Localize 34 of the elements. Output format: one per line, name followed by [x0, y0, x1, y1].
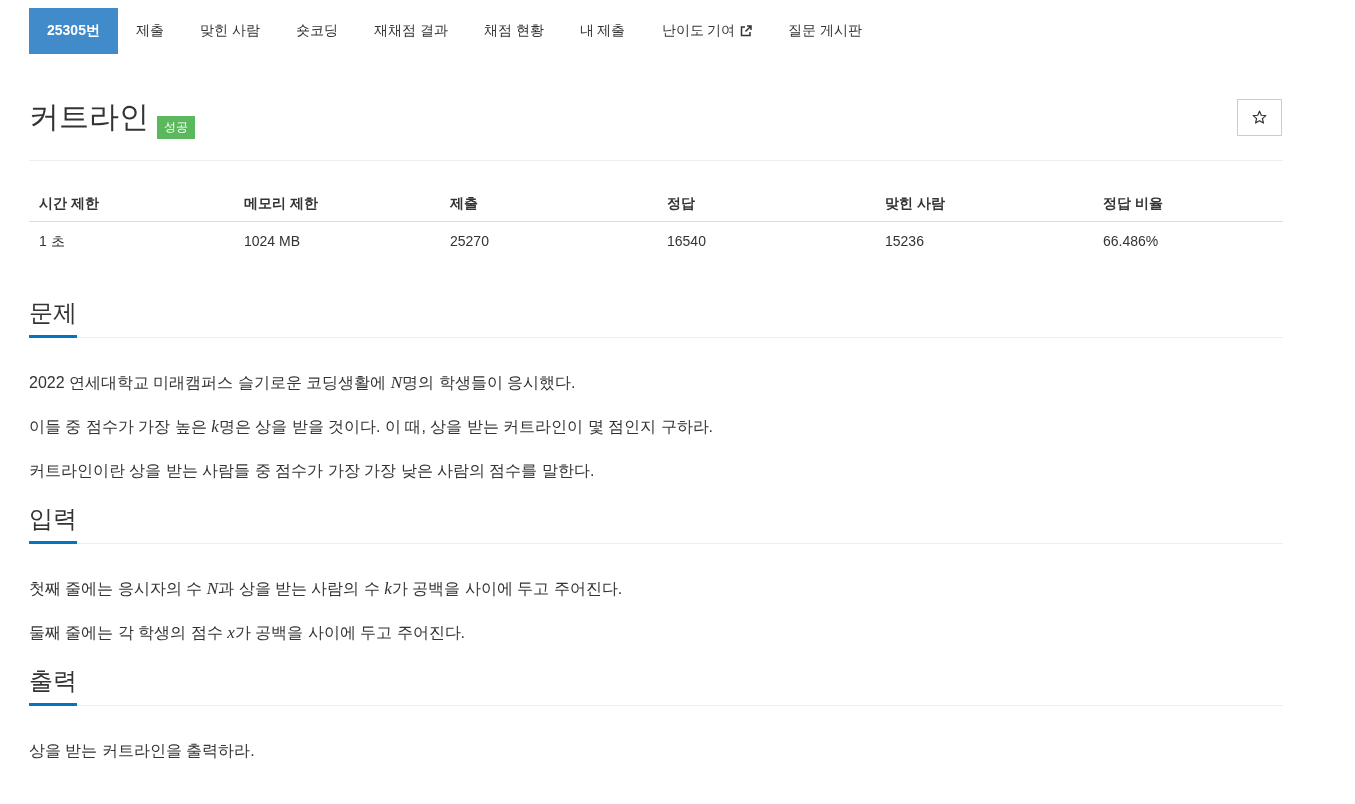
section-paragraph: 상을 받는 커트라인을 출력하라.: [29, 741, 256, 761]
nav-tab[interactable]: 재채점 결과: [355, 8, 466, 54]
section-paragraph: 커트라인이란 상을 받는 사람들 중 점수가 가장 가장 낮은 사람의 점수를 말한다.: [29, 461, 596, 481]
section-paragraph: 이들 중 점수가 가장 높은 k명은 상을 받을 것이다. 이 때, 상을 받는 커트라인이 몇 점인지 구하라.: [29, 416, 714, 438]
nav-tab[interactable]: 맞힌 사람: [181, 8, 278, 54]
table-cell-text: 1 초: [38, 232, 66, 251]
column-header: 정답 비율: [1102, 194, 1164, 213]
table-cell-text: 16540: [666, 232, 707, 251]
section-heading: 입력: [29, 502, 77, 544]
nav-tab[interactable]: 제출: [117, 8, 182, 54]
table-cell-text: 25270: [449, 232, 490, 251]
status-badge: 성공: [157, 116, 195, 139]
nav-tab[interactable]: 난이도 기여: [643, 8, 771, 54]
section-paragraph: 2022 연세대학교 미래캠퍼스 슬기로운 코딩생활에 N명의 학생들이 응시했다.: [29, 372, 577, 394]
section-paragraph: 첫째 줄에는 응시자의 수 N과 상을 받는 사람의 수 k가 공백을 사이에 두고 주어진다.: [29, 578, 624, 600]
nav-tab[interactable]: 숏코딩: [277, 8, 356, 54]
column-header: 메모리 제한: [243, 194, 319, 213]
nav-tab[interactable]: 질문 게시판: [770, 8, 881, 54]
section-paragraph: 둘째 줄에는 각 학생의 점수 x가 공백을 사이에 두고 주어진다.: [29, 622, 466, 644]
problem-title: 커트라인: [29, 99, 149, 135]
table-cell-text: 66.486%: [1102, 232, 1160, 251]
section-heading: 출력: [29, 664, 77, 706]
column-header: 시간 제한: [38, 194, 100, 213]
column-header: 정답: [666, 194, 696, 213]
nav-tab[interactable]: 채점 현황: [465, 8, 562, 54]
external-link-icon: [740, 25, 753, 37]
nav-tab[interactable]: 25305번: [29, 8, 118, 54]
nav-tab[interactable]: 내 제출: [561, 8, 644, 54]
section-heading: 문제: [29, 296, 77, 338]
column-header: 맞힌 사람: [884, 194, 946, 213]
table-cell-text: 1024 MB: [243, 232, 302, 251]
favorite-button[interactable]: [1237, 98, 1282, 136]
table-cell-text: 15236: [884, 232, 925, 251]
column-header: 제출: [449, 194, 479, 213]
